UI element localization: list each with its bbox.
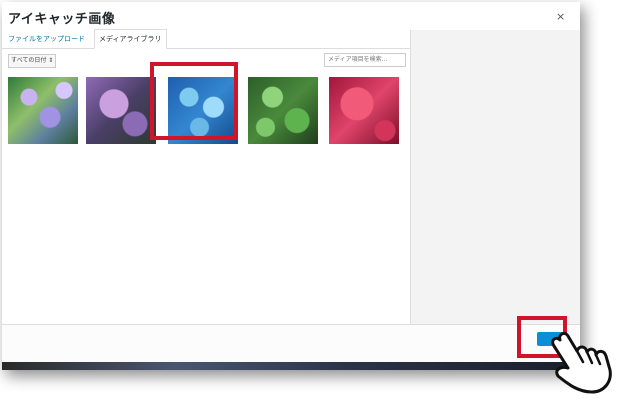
media-thumbnail-violet-hydrangea[interactable] xyxy=(86,77,156,144)
media-tabs: ファイルをアップロード メディアライブラリ xyxy=(2,29,410,49)
modal-shadow: アイキャッチ画像 × ファイルをアップロード メディアライブラリ すべての日付 … xyxy=(2,2,580,370)
media-thumbnail-pink-chrysanthemum[interactable] xyxy=(329,77,399,144)
tab-media-library[interactable]: メディアライブラリ xyxy=(94,29,167,49)
close-icon[interactable]: × xyxy=(556,10,565,23)
page-backdrop xyxy=(2,362,580,370)
date-filter-select[interactable]: すべての日付 ⇕ xyxy=(8,54,57,68)
dialog-title: アイキャッチ画像 xyxy=(8,12,116,27)
tab-upload-files[interactable]: ファイルをアップロード xyxy=(4,30,89,48)
selection-highlight-box xyxy=(150,62,238,140)
media-thumbnail-purple-hydrangea[interactable] xyxy=(8,77,78,144)
media-thumbnail-green-clover[interactable] xyxy=(248,77,318,144)
pointing-hand-icon xyxy=(551,331,612,394)
featured-image-dialog: アイキャッチ画像 × ファイルをアップロード メディアライブラリ すべての日付 … xyxy=(2,2,580,362)
media-frame-toolbar xyxy=(2,324,580,362)
media-search-input[interactable]: メディア項目を検索... xyxy=(324,53,406,67)
attachment-details-sidebar xyxy=(410,30,580,324)
